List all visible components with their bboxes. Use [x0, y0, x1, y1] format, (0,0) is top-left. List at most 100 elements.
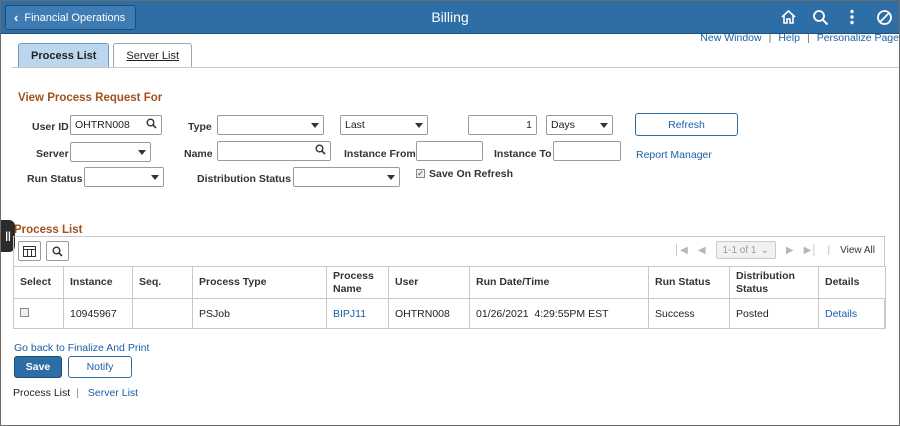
footer-separator: | — [76, 387, 79, 399]
link-separator: | — [768, 32, 772, 44]
search-icon[interactable] — [811, 7, 829, 27]
chevron-down-icon — [387, 174, 395, 180]
details-link[interactable]: Details — [825, 308, 857, 320]
page-range-value: 1-1 of 1 — [722, 244, 757, 256]
count-input-value: 1 — [526, 119, 532, 131]
server-label: Server — [36, 148, 69, 160]
user-id-label: User ID — [32, 121, 69, 133]
column-header-process-type: Process Type — [192, 266, 327, 299]
last-page-icon[interactable]: ▶│ — [804, 245, 818, 256]
unit-select-value: Days — [551, 119, 575, 131]
column-header-instance: Instance — [63, 266, 133, 299]
find-in-grid-button[interactable] — [46, 241, 69, 261]
save-on-refresh-checkbox[interactable]: ✓ — [416, 169, 425, 178]
column-header-seq: Seq. — [132, 266, 193, 299]
link-separator: | — [806, 32, 810, 44]
more-vertical-icon[interactable] — [843, 7, 861, 27]
user-id-value: OHTRN008 — [75, 119, 130, 131]
page-title: Billing — [431, 9, 469, 25]
footer-links: Process List | Server List — [13, 387, 138, 399]
user-cell: OHTRN008 — [388, 298, 470, 329]
header-actions — [779, 7, 893, 27]
details-cell: Details — [818, 298, 886, 329]
run-status-cell: Success — [648, 298, 730, 329]
previous-page-icon[interactable]: ◀ — [698, 245, 706, 256]
instance-cell: 10945967 — [63, 298, 133, 329]
top-links: New Window | Help | Personalize Page — [700, 32, 899, 44]
personalize-grid-button[interactable] — [18, 241, 41, 261]
home-icon[interactable] — [779, 7, 797, 27]
tab-process-list[interactable]: Process List — [18, 43, 110, 67]
seq-cell — [132, 298, 193, 329]
select-cell — [13, 298, 64, 329]
save-button[interactable]: Save — [14, 356, 62, 378]
header-bar: ‹ Financial Operations Billing — [1, 1, 899, 34]
grid-pager: │◀ ◀ 1-1 of 1 ⌄ ▶ ▶│ | View All — [674, 241, 875, 259]
next-page-icon[interactable]: ▶ — [786, 245, 794, 256]
lookup-search-icon[interactable] — [315, 144, 326, 158]
chevron-down-icon — [415, 122, 423, 128]
grid-title: Process List — [14, 224, 83, 236]
user-id-input[interactable]: OHTRN008 — [70, 115, 162, 135]
tab-divider — [12, 67, 899, 68]
first-page-icon[interactable]: │◀ — [674, 245, 688, 256]
personalize-page-link[interactable]: Personalize Page — [817, 32, 899, 44]
process-list-table: Select Instance Seq. Process Type Proces… — [13, 266, 886, 329]
process-name-link[interactable]: BIPJ11 — [333, 308, 366, 320]
save-on-refresh-label: Save On Refresh — [429, 168, 514, 180]
chevron-down-icon — [138, 149, 146, 155]
footer-process-list: Process List — [13, 387, 71, 399]
run-datetime-cell: 01/26/2021 4:29:55PM EST — [469, 298, 649, 329]
chevron-down-icon — [311, 122, 319, 128]
name-input[interactable] — [217, 141, 331, 161]
column-header-run-datetime: Run Date/Time — [469, 266, 649, 299]
instance-from-input[interactable] — [416, 141, 483, 161]
instance-from-label: Instance From — [344, 148, 416, 160]
column-header-details: Details — [818, 266, 886, 299]
type-select[interactable] — [217, 115, 324, 135]
distribution-status-select[interactable] — [293, 167, 400, 187]
chevron-down-icon: ⌄ — [760, 244, 769, 256]
instance-to-input[interactable] — [553, 141, 621, 161]
server-select[interactable] — [70, 142, 151, 162]
grid-settings-icon — [23, 245, 36, 257]
page-tabs: Process List Server List — [18, 43, 192, 67]
search-icon — [52, 246, 63, 257]
lookup-search-icon[interactable] — [146, 118, 157, 132]
range-select[interactable]: Last — [340, 115, 428, 135]
run-status-select[interactable] — [84, 167, 164, 187]
block-icon[interactable] — [875, 7, 893, 27]
help-link[interactable]: Help — [778, 32, 800, 44]
distribution-status-cell: Posted — [729, 298, 819, 329]
range-select-value: Last — [345, 119, 365, 131]
tab-server-list-label: Server List — [126, 49, 179, 62]
column-header-run-status: Run Status — [648, 266, 730, 299]
view-all-link[interactable]: View All — [840, 245, 875, 256]
finalize-and-print-link[interactable]: Go back to Finalize And Print — [14, 342, 149, 354]
unit-select[interactable]: Days — [546, 115, 613, 135]
refresh-button[interactable]: Refresh — [635, 113, 738, 136]
app-window: ‹ Financial Operations Billing New Windo… — [0, 0, 900, 426]
run-status-label: Run Status — [27, 173, 83, 185]
notify-button[interactable]: Notify — [68, 356, 132, 378]
footer-server-list-link[interactable]: Server List — [88, 387, 138, 399]
page-range-select[interactable]: 1-1 of 1 ⌄ — [715, 241, 776, 259]
new-window-link[interactable]: New Window — [700, 32, 761, 44]
report-manager-link[interactable]: Report Manager — [636, 149, 712, 161]
column-header-select: Select — [13, 266, 64, 299]
table-row: 10945967 PSJob BIPJ11 OHTRN008 01/26/202… — [13, 298, 886, 329]
process-type-cell: PSJob — [192, 298, 327, 329]
column-header-distribution-status: Distribution Status — [729, 266, 819, 299]
section-title-view-process: View Process Request For — [18, 92, 163, 104]
table-header-row: Select Instance Seq. Process Type Proces… — [13, 266, 886, 299]
column-header-user: User — [388, 266, 470, 299]
instance-to-label: Instance To — [494, 148, 552, 160]
column-header-process-name: Process Name — [326, 266, 389, 299]
tab-server-list[interactable]: Server List — [113, 43, 192, 67]
type-label: Type — [188, 121, 212, 133]
distribution-status-label: Distribution Status — [197, 173, 291, 185]
name-label: Name — [184, 148, 213, 160]
row-select-checkbox[interactable] — [20, 307, 29, 317]
chevron-down-icon — [151, 174, 159, 180]
count-input[interactable]: 1 — [468, 115, 537, 135]
